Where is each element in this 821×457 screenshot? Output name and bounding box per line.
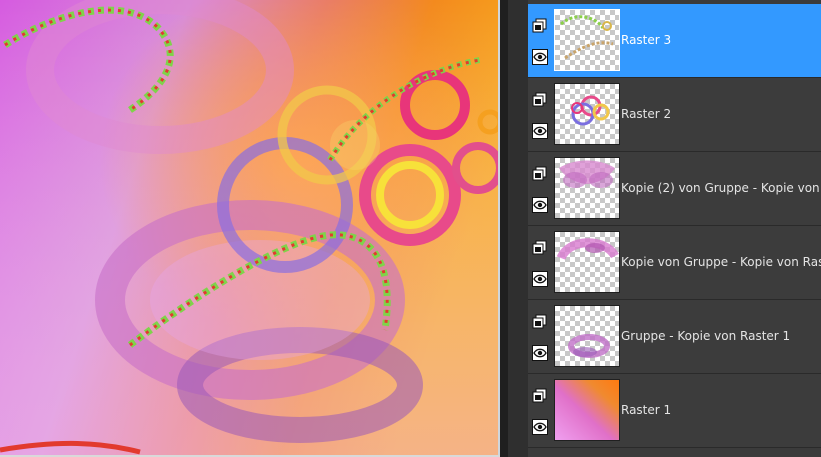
eye-icon[interactable] <box>532 123 548 139</box>
layer-name[interactable]: Raster 2 <box>621 78 671 151</box>
canvas-artwork <box>0 0 498 455</box>
layer-icons <box>532 152 550 225</box>
panel-divider[interactable] <box>500 0 508 457</box>
image-canvas[interactable] <box>0 0 500 455</box>
layer-row-4[interactable]: Kopie von Gruppe - Kopie von Raster 1 <box>528 226 821 300</box>
canvas-area[interactable] <box>0 0 500 457</box>
layer-thumbnail[interactable] <box>554 9 620 71</box>
layer-group-icon[interactable] <box>532 388 548 404</box>
layer-thumbnail[interactable] <box>554 305 620 367</box>
layer-name[interactable]: Kopie von Gruppe - Kopie von Raster 1 <box>621 226 821 299</box>
layer-thumbnail[interactable] <box>554 231 620 293</box>
layer-group-icon[interactable] <box>532 240 548 256</box>
layer-thumbnail[interactable] <box>554 379 620 441</box>
eye-icon[interactable] <box>532 419 548 435</box>
eye-icon[interactable] <box>532 271 548 287</box>
layer-row-3[interactable]: Kopie (2) von Gruppe - Kopie von Raste <box>528 152 821 226</box>
eye-icon[interactable] <box>532 49 548 65</box>
layer-group-icon[interactable] <box>532 314 548 330</box>
layers-panel: Raster 3 Raster 2 Kopie (2) von Gruppe -… <box>508 0 821 457</box>
layer-name[interactable]: Raster 3 <box>621 4 671 77</box>
layer-icons <box>532 4 550 77</box>
layer-thumbnail[interactable] <box>554 157 620 219</box>
eye-icon[interactable] <box>532 345 548 361</box>
layer-icons <box>532 226 550 299</box>
layer-row-1[interactable]: Raster 3 <box>528 4 821 78</box>
layer-name[interactable]: Gruppe - Kopie von Raster 1 <box>621 300 790 373</box>
eye-icon[interactable] <box>532 197 548 213</box>
panel-gutter <box>508 0 528 457</box>
layer-thumbnail[interactable] <box>554 83 620 145</box>
layer-row-2[interactable]: Raster 2 <box>528 78 821 152</box>
layer-group-icon[interactable] <box>532 18 548 34</box>
layer-name[interactable]: Kopie (2) von Gruppe - Kopie von Raste <box>621 152 821 225</box>
layer-group-icon[interactable] <box>532 166 548 182</box>
layer-icons <box>532 300 550 373</box>
layer-name[interactable]: Raster 1 <box>621 374 671 447</box>
layer-icons <box>532 78 550 151</box>
layer-row-5[interactable]: Gruppe - Kopie von Raster 1 <box>528 300 821 374</box>
layer-icons <box>532 374 550 447</box>
layer-row-6[interactable]: Raster 1 <box>528 374 821 448</box>
layer-group-icon[interactable] <box>532 92 548 108</box>
